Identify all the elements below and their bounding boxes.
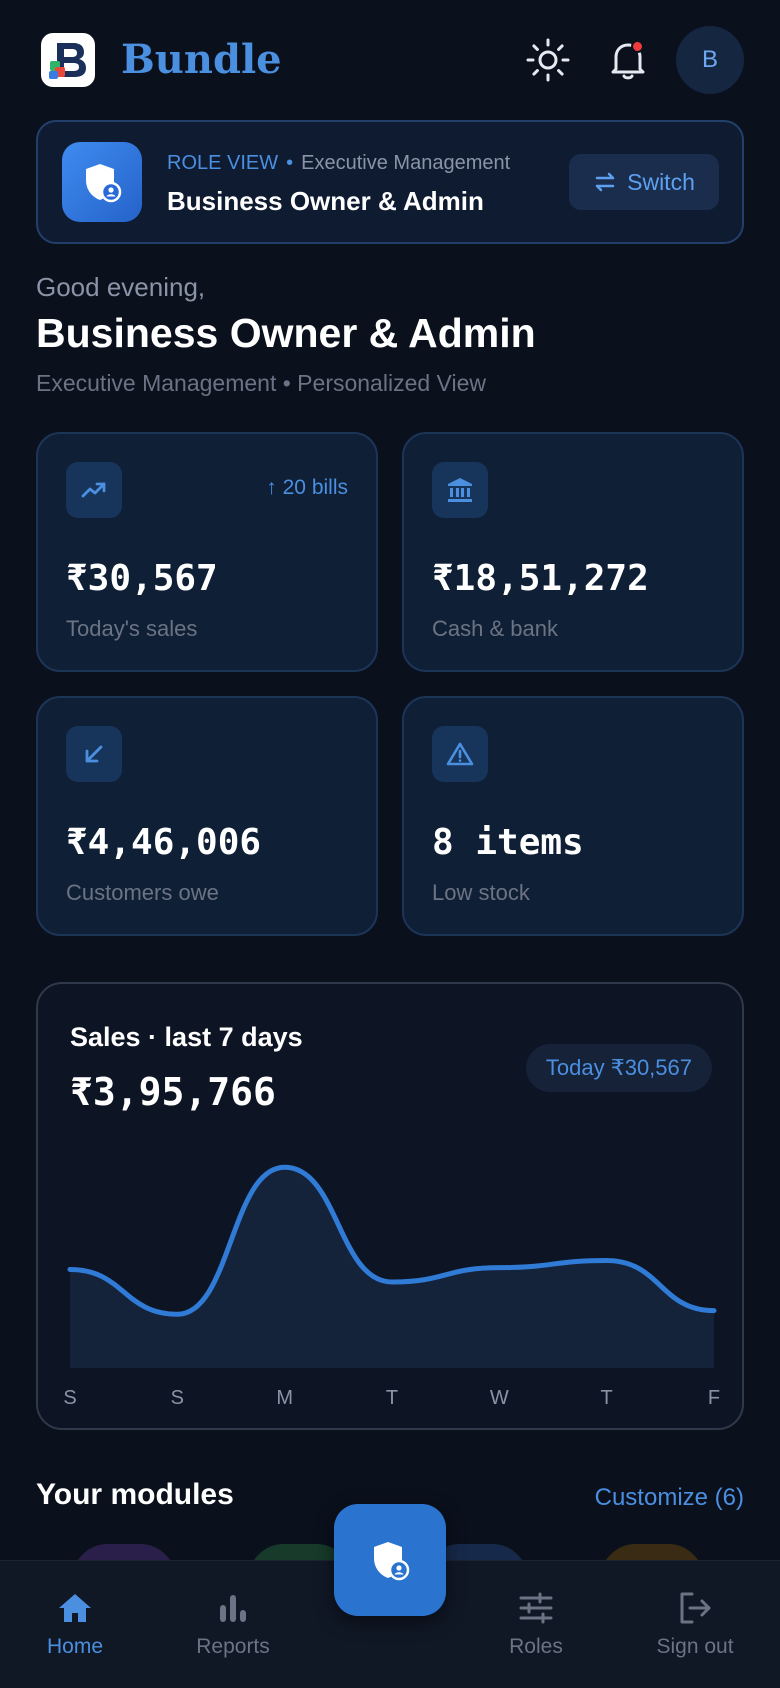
greeting-name: Business Owner & Admin xyxy=(36,310,536,356)
sales-total: ₹3,95,766 xyxy=(70,1070,276,1114)
stat-value: ₹18,51,272 xyxy=(432,558,649,599)
greeting-salutation: Good evening, xyxy=(36,272,206,302)
stat-card-cash-bank[interactable]: ₹18,51,272 Cash & bank xyxy=(402,432,744,672)
stat-card-todays-sales[interactable]: ↑ 20 bills ₹30,567 Today's sales xyxy=(36,432,378,672)
role-fab-button[interactable] xyxy=(334,1504,446,1616)
stat-value: ₹4,46,006 xyxy=(66,822,262,863)
stat-label: Today's sales xyxy=(66,616,198,641)
chart-area-fill xyxy=(70,1167,714,1368)
nav-label: Home xyxy=(46,1635,104,1658)
nav-home[interactable]: Home xyxy=(0,1591,150,1659)
bank-icon xyxy=(432,462,488,518)
role-name: Business Owner & Admin xyxy=(167,186,484,216)
stat-delta: ↑ 20 bills xyxy=(266,476,348,499)
switch-label: Switch xyxy=(627,168,695,195)
role-kicker: ROLE VIEW • Executive Management xyxy=(167,152,511,174)
sun-icon xyxy=(526,38,570,82)
chart-x-tick-label: F xyxy=(708,1387,720,1409)
chart-x-tick-label: M xyxy=(276,1387,293,1409)
greeting-subtitle: Executive Management • Personalized View xyxy=(36,370,486,396)
stat-value: 8 items xyxy=(432,822,584,863)
avatar[interactable]: B xyxy=(676,26,744,94)
trending-up-icon xyxy=(66,462,122,518)
sign-out-icon xyxy=(680,1592,711,1624)
nav-label: Sign out xyxy=(656,1635,734,1658)
chart-x-tick-label: T xyxy=(601,1387,613,1409)
nav-roles[interactable]: Roles xyxy=(461,1591,611,1659)
app-header: Bundle B xyxy=(0,0,780,120)
stat-value: ₹30,567 xyxy=(66,558,218,599)
arrow-down-left-icon xyxy=(66,726,122,782)
notification-badge xyxy=(631,40,644,53)
modules-title: Your modules xyxy=(36,1478,234,1511)
today-sales-pill: Today ₹30,567 xyxy=(525,1044,712,1092)
stat-label: Customers owe xyxy=(66,880,219,905)
chart-x-tick-label: S xyxy=(171,1387,184,1409)
stat-label: Low stock xyxy=(432,880,530,905)
chart-x-tick-label: W xyxy=(490,1387,509,1409)
role-shield-icon xyxy=(62,142,142,222)
stat-card-customers-owe[interactable]: ₹4,46,006 Customers owe xyxy=(36,696,378,936)
bar-chart-icon xyxy=(220,1595,246,1622)
switch-role-button[interactable]: Switch xyxy=(569,154,719,210)
home-icon xyxy=(59,1594,91,1622)
sales-chart-card[interactable]: S S M T W T F Sales · last 7 days ₹3,95,766 To… xyxy=(36,982,744,1430)
nav-sign-out[interactable]: Sign out xyxy=(620,1591,770,1659)
stat-card-low-stock[interactable]: 8 items Low stock xyxy=(402,696,744,936)
role-shield-icon xyxy=(374,1542,410,1581)
customize-modules-link[interactable]: Customize (6) xyxy=(595,1484,744,1512)
nav-label: Reports xyxy=(196,1635,270,1658)
notifications-button[interactable] xyxy=(600,32,656,88)
theme-toggle-button[interactable] xyxy=(520,32,576,88)
stat-label: Cash & bank xyxy=(432,616,558,641)
nav-label: Roles xyxy=(509,1635,563,1658)
app-title: Bundle xyxy=(121,36,282,83)
role-tag: ROLE VIEW xyxy=(167,152,279,174)
sales-title: Sales · last 7 days xyxy=(70,1022,303,1052)
nav-reports[interactable]: Reports xyxy=(158,1591,308,1659)
sliders-icon xyxy=(519,1592,553,1624)
chart-x-tick-label: S xyxy=(63,1387,76,1409)
role-view-card: ROLE VIEW • Executive Management Business … xyxy=(36,120,744,244)
app-logo[interactable] xyxy=(41,33,95,87)
swap-icon xyxy=(595,172,615,192)
role-department: Executive Management xyxy=(301,152,511,174)
warning-icon xyxy=(432,726,488,782)
chart-x-tick-label: T xyxy=(386,1387,398,1409)
